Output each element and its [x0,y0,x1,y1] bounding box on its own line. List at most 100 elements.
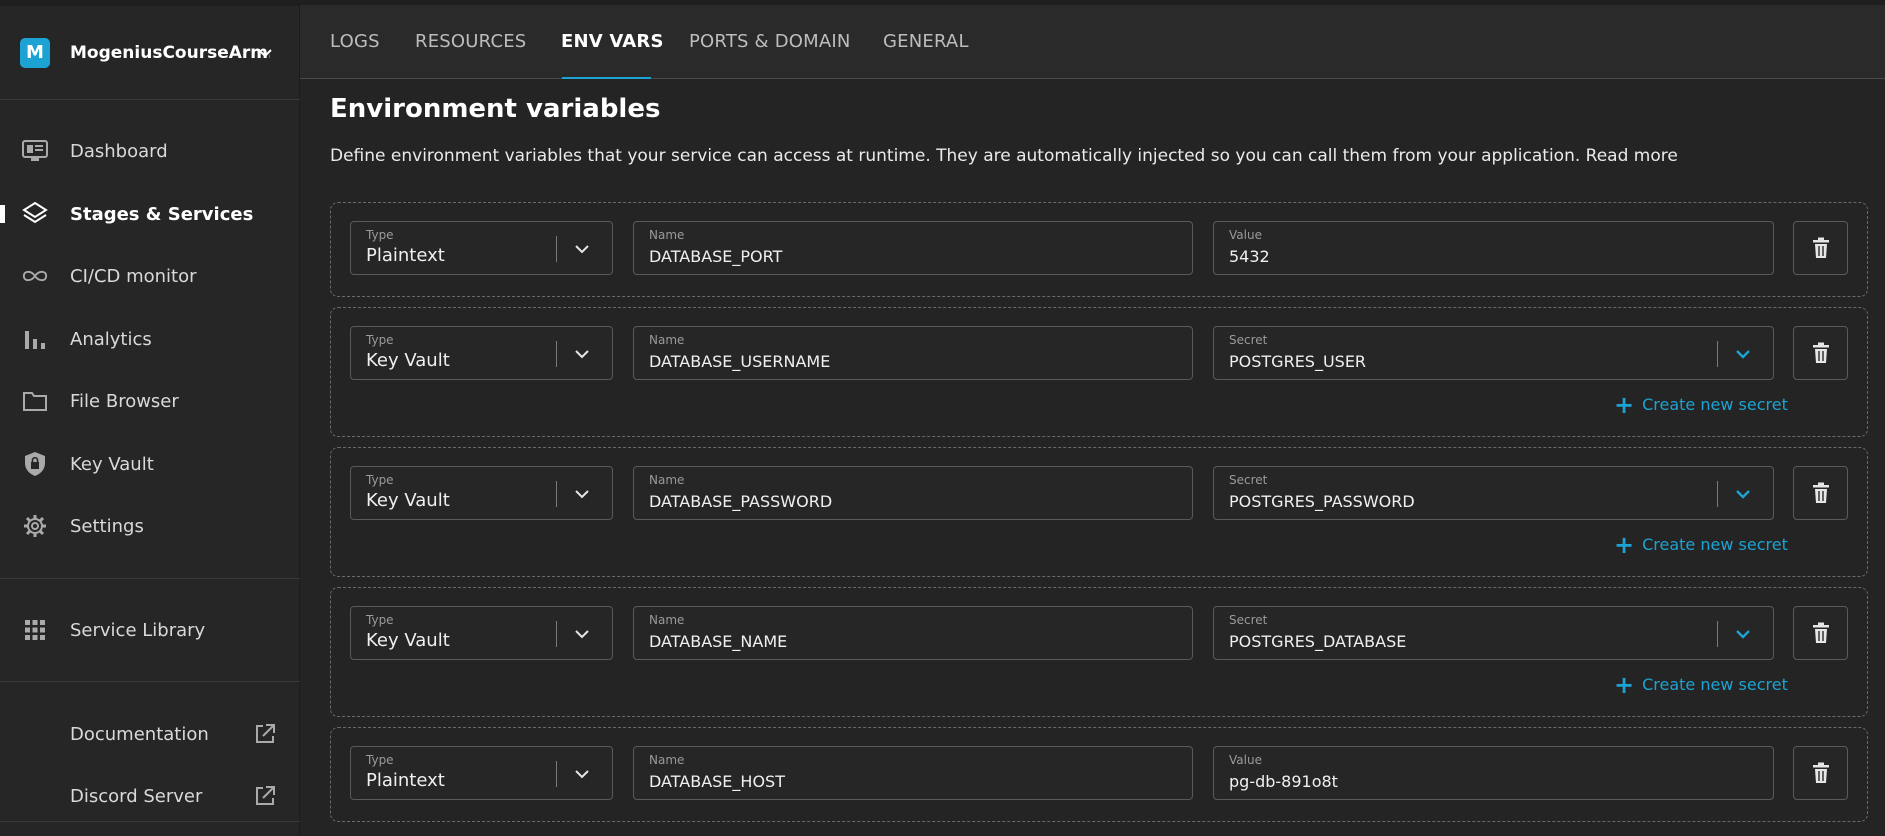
secret-select[interactable]: Secret POSTGRES_DATABASE [1213,606,1774,660]
select-separator [556,761,557,787]
name-value: DATABASE_PORT [649,247,783,266]
chevron-down-icon[interactable] [569,621,595,647]
tab-logs[interactable]: LOGS [330,31,380,52]
read-more-link[interactable]: Read more [1586,146,1678,166]
value-label: Secret [1229,333,1268,347]
select-separator [1717,481,1718,507]
select-separator [556,236,557,262]
org-name: MogeniusCourseArm... [70,42,270,63]
secret-select[interactable]: Secret POSTGRES_PASSWORD [1213,466,1774,520]
chevron-down-icon[interactable] [569,481,595,507]
tab-ports-domain[interactable]: PORTS & DOMAIN [689,31,851,52]
type-label: Type [366,333,394,347]
select-separator [556,341,557,367]
sidebar-item-documentation[interactable]: Documentation [0,710,300,758]
delete-button[interactable] [1793,221,1848,275]
value-field[interactable]: Value 5432 [1213,221,1774,275]
value-text: POSTGRES_USER [1229,352,1367,371]
type-value: Key Vault [366,630,450,651]
chevron-down-icon[interactable] [569,236,595,262]
description-text: Define environment variables that your s… [330,146,1581,166]
env-var-row: Type Key Vault Name DATABASE_USERNAME Se… [330,307,1868,437]
folder-icon [22,388,48,414]
external-link-icon [256,724,275,743]
value-text: 5432 [1229,247,1270,266]
type-select[interactable]: Type Key Vault [350,326,613,380]
chevron-down-icon[interactable] [1730,481,1756,507]
type-select[interactable]: Type Key Vault [350,606,613,660]
name-field[interactable]: Name DATABASE_NAME [633,606,1193,660]
name-label: Name [649,613,685,627]
name-field[interactable]: Name DATABASE_PORT [633,221,1193,275]
sidebar-item-cicd-monitor[interactable]: CI/CD monitor [0,252,300,300]
delete-button[interactable] [1793,746,1848,800]
value-label: Secret [1229,473,1268,487]
tab-general[interactable]: GENERAL [883,31,969,52]
name-value: DATABASE_NAME [649,632,788,651]
sidebar-item-stages-services[interactable]: Stages & Services [0,190,300,238]
chevron-down-icon[interactable] [569,341,595,367]
service-tabs: LOGS RESOURCES ENV VARS PORTS & DOMAIN G… [300,0,1885,79]
secret-select[interactable]: Secret POSTGRES_USER [1213,326,1774,380]
sidebar-item-label: Dashboard [70,140,168,162]
delete-button[interactable] [1793,606,1848,660]
sidebar-item-label: CI/CD monitor [70,265,197,287]
sidebar-divider [0,578,300,579]
chevron-down-icon[interactable] [569,761,595,787]
name-label: Name [649,473,685,487]
name-field[interactable]: Name DATABASE_HOST [633,746,1193,800]
type-select[interactable]: Type Key Vault [350,466,613,520]
create-new-secret-link[interactable]: + Create new secret [1614,390,1788,419]
shield-lock-icon [22,451,48,477]
infinity-icon [22,263,48,289]
page-description: Define environment variables that your s… [330,146,1678,166]
chevron-down-icon [258,49,272,58]
type-select[interactable]: Type Plaintext [350,746,613,800]
chevron-down-icon[interactable] [1730,621,1756,647]
sidebar-item-service-library[interactable]: Service Library [0,606,300,654]
tab-env-vars[interactable]: ENV VARS [561,31,664,52]
value-field[interactable]: Value pg-db-891o8t [1213,746,1774,800]
select-separator [1717,621,1718,647]
create-secret-label: Create new secret [1642,675,1788,694]
select-separator [556,621,557,647]
env-var-row: Type Key Vault Name DATABASE_PASSWORD Se… [330,447,1868,577]
sidebar-item-dashboard[interactable]: Dashboard [0,127,300,175]
sidebar-item-label: Settings [70,515,144,537]
sidebar-item-key-vault[interactable]: Key Vault [0,440,300,488]
value-label: Value [1229,753,1262,767]
name-field[interactable]: Name DATABASE_USERNAME [633,326,1193,380]
sidebar-item-label: Stages & Services [70,203,254,225]
type-select[interactable]: Type Plaintext [350,221,613,275]
sidebar-item-discord[interactable]: Discord Server [0,772,300,820]
sidebar-item-label: Analytics [70,328,152,350]
type-value: Key Vault [366,490,450,511]
value-label: Value [1229,228,1262,242]
name-label: Name [649,228,685,242]
sidebar-item-settings[interactable]: Settings [0,502,300,550]
name-value: DATABASE_PASSWORD [649,492,833,511]
delete-button[interactable] [1793,326,1848,380]
name-label: Name [649,333,685,347]
sidebar-item-file-browser[interactable]: File Browser [0,377,300,425]
sidebar-item-analytics[interactable]: Analytics [0,315,300,363]
chevron-down-icon[interactable] [1730,341,1756,367]
plus-icon: + [1614,670,1635,699]
tab-resources[interactable]: RESOURCES [415,31,526,52]
org-switcher[interactable]: M MogeniusCourseArm... [0,6,300,100]
create-new-secret-link[interactable]: + Create new secret [1614,533,1788,557]
delete-button[interactable] [1793,466,1848,520]
plus-icon: + [1614,390,1635,419]
name-field[interactable]: Name DATABASE_PASSWORD [633,466,1193,520]
value-text: pg-db-891o8t [1229,772,1338,791]
env-var-row: Type Plaintext Name DATABASE_PORT Value … [330,202,1868,297]
sidebar-item-label: Documentation [70,723,209,745]
bar-chart-icon [22,326,48,352]
trash-icon [1812,482,1830,504]
layers-icon [22,201,48,227]
value-label: Secret [1229,613,1268,627]
value-text: POSTGRES_PASSWORD [1229,492,1415,511]
sidebar-item-label: Service Library [70,619,206,641]
trash-icon [1812,762,1830,784]
create-new-secret-link[interactable]: + Create new secret [1614,670,1788,699]
